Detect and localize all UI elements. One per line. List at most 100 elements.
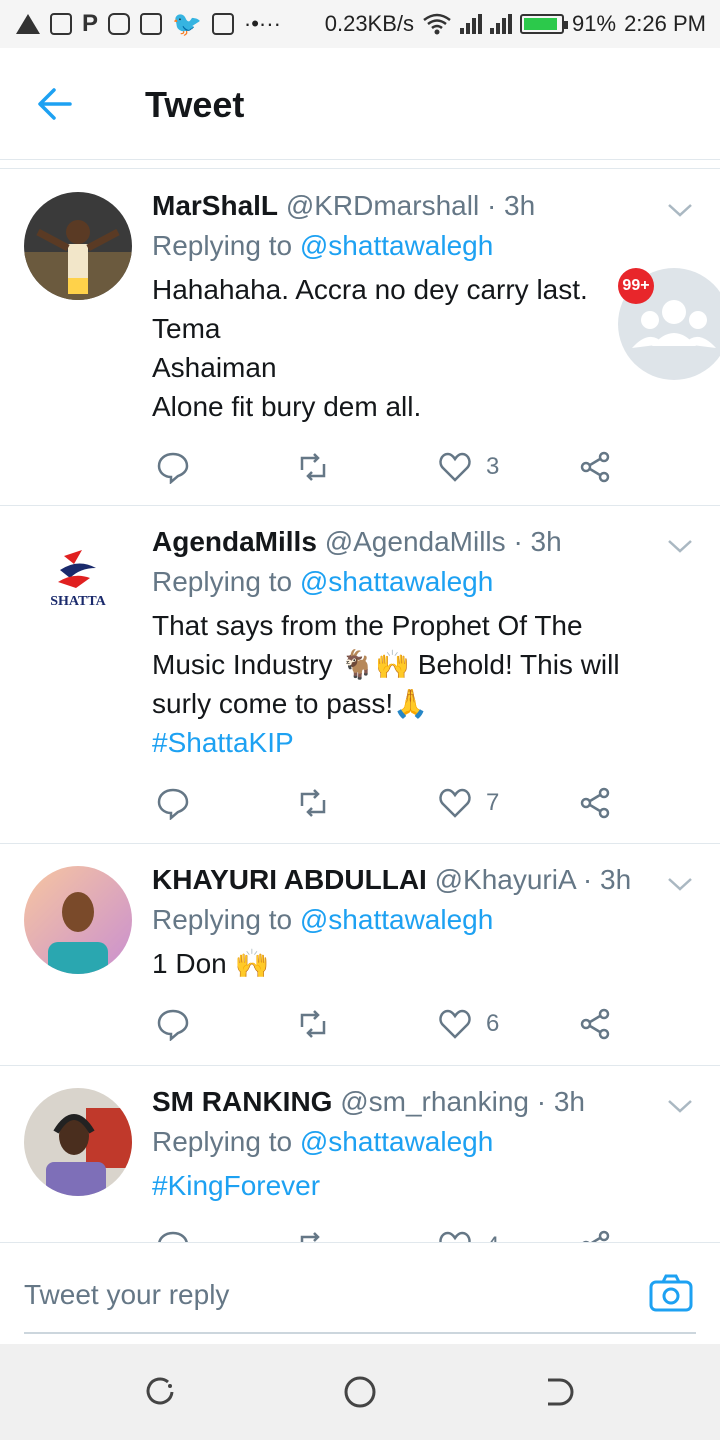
tweet-actions: 4 <box>0 1229 720 1242</box>
replying-prefix: Replying to <box>152 566 293 597</box>
replying-prefix: Replying to <box>152 230 293 261</box>
like-count: 3 <box>486 453 500 480</box>
heart-icon <box>439 452 471 482</box>
tweet-header: AgendaMills @AgendaMills · 3h <box>152 524 660 560</box>
like-button[interactable]: 7 <box>438 786 499 820</box>
tweet-header: KHAYURI ABDULLAI @KhayuriA · 3h <box>152 862 660 898</box>
system-nav-bar <box>0 1344 720 1440</box>
input-underline <box>24 1332 696 1334</box>
reply-button[interactable] <box>156 450 190 484</box>
battery-percent: 91% <box>572 11 617 36</box>
share-button[interactable] <box>578 1007 612 1041</box>
chevron-down-icon[interactable] <box>666 536 694 556</box>
mention-link[interactable]: @shattawalegh <box>300 1126 493 1157</box>
like-count: 4 <box>486 1232 499 1242</box>
recents-button[interactable] <box>142 1374 178 1410</box>
avatar[interactable]: SHATTA <box>24 528 132 636</box>
handle[interactable]: @AgendaMills <box>325 526 506 557</box>
retweet-icon <box>300 453 326 481</box>
reply-button[interactable] <box>156 1007 190 1041</box>
mention-link[interactable]: @shattawalegh <box>300 230 493 261</box>
home-button[interactable] <box>342 1374 378 1410</box>
reply-icon <box>157 1009 189 1041</box>
share-button[interactable] <box>578 786 612 820</box>
tweet-text: 1 Don 🙌 <box>152 944 660 983</box>
avatar-image <box>24 192 132 300</box>
avatar-caption: SHATTA <box>50 594 106 609</box>
avatar[interactable] <box>24 866 132 974</box>
like-button[interactable]: 3 <box>438 450 499 484</box>
reply-button[interactable] <box>156 1229 190 1242</box>
replies-feed[interactable]: MarShalL @KRDmarshall · 3h Replying to @… <box>0 170 720 1242</box>
p-app-icon: P <box>82 10 99 37</box>
hashtag-link[interactable]: #ShattaKIP <box>152 723 660 762</box>
avatar[interactable] <box>24 192 132 300</box>
heart-icon <box>439 1009 471 1039</box>
reply-composer <box>0 1242 720 1344</box>
like-count: 6 <box>486 1010 500 1037</box>
share-button[interactable] <box>578 450 612 484</box>
notification-icons: P 🐦 ·•··· <box>16 10 281 39</box>
twitter-icon: 🐦 <box>172 10 202 38</box>
display-name[interactable]: MarShalL <box>152 190 278 221</box>
back-nav-icon <box>548 1378 574 1406</box>
retweet-button[interactable] <box>296 1229 330 1242</box>
timestamp: · 3h <box>536 1086 585 1117</box>
tweet-line: Alone fit bury dem all. <box>152 391 422 422</box>
tweet-line: That says from the Prophet Of The <box>152 610 583 641</box>
retweet-icon <box>300 789 326 817</box>
avatar[interactable] <box>24 1088 132 1196</box>
chevron-down-icon[interactable] <box>666 874 694 894</box>
mention-link[interactable]: @shattawalegh <box>300 566 493 597</box>
net-speed: 0.23KB/s <box>324 11 415 36</box>
home-icon <box>344 1376 376 1408</box>
like-button[interactable]: 6 <box>438 1007 499 1041</box>
display-name[interactable]: SM RANKING <box>152 1086 332 1117</box>
handle[interactable]: @KhayuriA <box>435 864 576 895</box>
arrow-left-icon <box>38 88 72 120</box>
divider <box>0 168 720 169</box>
camera-button[interactable] <box>648 1273 694 1313</box>
handle[interactable]: @sm_rhanking <box>340 1086 529 1117</box>
display-name[interactable]: KHAYURI ABDULLAI <box>152 864 427 895</box>
tweet-text: #KingForever <box>152 1166 660 1205</box>
hashtag-link[interactable]: #KingForever <box>152 1166 660 1205</box>
share-icon <box>582 1230 610 1242</box>
shatta-logo <box>58 550 96 588</box>
gallery-icon <box>211 13 234 35</box>
reply-icon <box>157 788 189 820</box>
share-button[interactable] <box>578 1229 612 1242</box>
retweet-button[interactable] <box>296 786 330 820</box>
reply-button[interactable] <box>156 786 190 820</box>
chevron-down-icon[interactable] <box>666 1096 694 1116</box>
tweet-card[interactable]: KHAYURI ABDULLAI @KhayuriA · 3h Replying… <box>0 844 720 1066</box>
tweet-header: MarShalL @KRDmarshall · 3h <box>152 188 660 224</box>
tweet-header: SM RANKING @sm_rhanking · 3h <box>152 1084 660 1120</box>
timestamp: · 3h <box>486 190 536 221</box>
tweet-card[interactable]: SM RANKING @sm_rhanking · 3h Replying to… <box>0 1066 720 1242</box>
retweet-button[interactable] <box>296 450 330 484</box>
replying-prefix: Replying to <box>152 904 293 935</box>
avatar-image <box>24 866 132 974</box>
tweet-line: Hahahaha. Accra no dey carry last. <box>152 274 588 305</box>
tweet-line: 1 Don 🙌 <box>152 948 270 979</box>
tweet-line: Ashaiman <box>152 352 277 383</box>
chevron-down-icon[interactable] <box>666 200 694 220</box>
tweet-card[interactable]: SHATTA AgendaMills @AgendaMills · 3h Rep… <box>0 506 720 844</box>
clock: 2:26 PM <box>624 11 706 36</box>
share-icon <box>580 787 610 819</box>
tweet-text: Hahahaha. Accra no dey carry last. Tema … <box>152 270 660 426</box>
status-bar: P 🐦 ·•··· 0.23KB/s 91% 2:26 PM <box>0 0 720 48</box>
recents-icon <box>146 1377 174 1405</box>
back-button[interactable] <box>30 84 86 124</box>
tweet-card[interactable]: MarShalL @KRDmarshall · 3h Replying to @… <box>0 170 720 506</box>
display-name[interactable]: AgendaMills <box>152 526 317 557</box>
retweet-button[interactable] <box>296 1007 330 1041</box>
reply-input[interactable] <box>24 1273 624 1317</box>
replying-to: Replying to @shattawalegh <box>152 562 660 602</box>
back-nav-button[interactable] <box>542 1374 578 1410</box>
like-button[interactable]: 4 <box>438 1229 499 1242</box>
mention-link[interactable]: @shattawalegh <box>300 904 493 935</box>
tweet-line: Tema <box>152 313 221 344</box>
handle[interactable]: @KRDmarshall <box>286 190 479 221</box>
